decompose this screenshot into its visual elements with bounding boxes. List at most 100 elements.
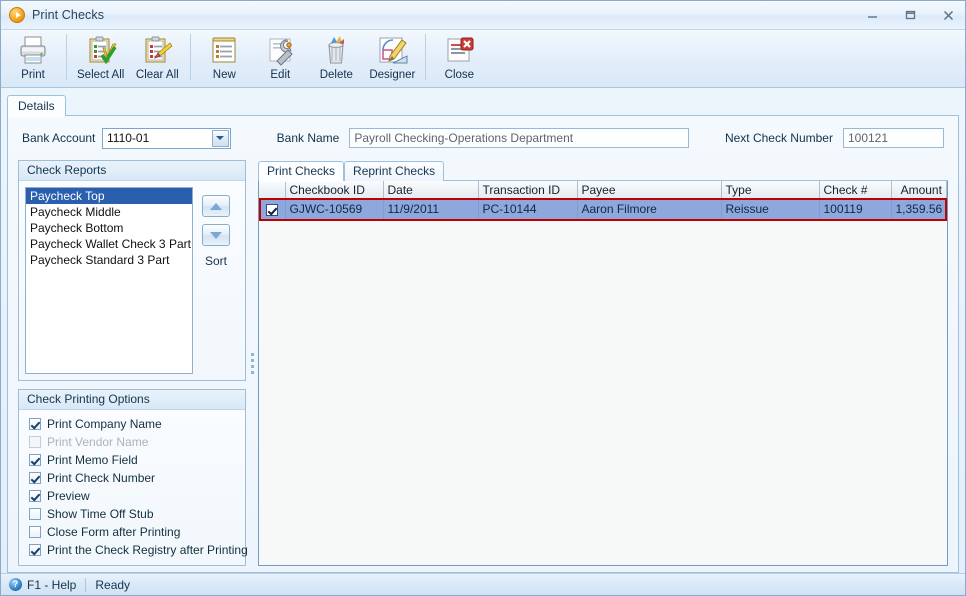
- question-mark-icon: ?: [9, 578, 22, 591]
- column-header-payee[interactable]: Payee: [577, 181, 722, 200]
- list-item[interactable]: Paycheck Wallet Check 3 Part: [26, 236, 192, 252]
- option-print-check-registry-after-printing[interactable]: Print the Check Registry after Printing: [29, 541, 248, 559]
- title-bar: Print Checks: [1, 1, 965, 30]
- delete-button-label: Delete: [319, 69, 353, 81]
- column-header-type[interactable]: Type: [721, 181, 820, 200]
- vertical-splitter[interactable]: [246, 160, 258, 566]
- toolbar-group-print: Print: [5, 32, 61, 88]
- table-row[interactable]: GJWC-10569 11/9/2011 PC-10144 Aaron Film…: [259, 199, 947, 219]
- option-show-time-off-stub[interactable]: Show Time Off Stub: [29, 505, 245, 523]
- toolbar-group-close: Close: [431, 32, 487, 88]
- tab-details[interactable]: Details: [7, 95, 66, 117]
- checkbox-icon[interactable]: [265, 204, 278, 217]
- toolbar-separator-3: [425, 34, 427, 80]
- checkbox-icon[interactable]: [29, 526, 41, 538]
- clipboard-eraser-icon: [141, 34, 173, 66]
- clear-all-button-label: Clear All: [135, 69, 179, 81]
- checkbox-icon[interactable]: [29, 454, 41, 466]
- column-header-amount[interactable]: Amount: [891, 181, 947, 200]
- next-check-number-label: Next Check Number: [724, 131, 833, 145]
- select-all-button-label: Select All: [77, 69, 125, 81]
- edit-button[interactable]: Edit: [252, 32, 308, 81]
- move-up-button[interactable]: [202, 195, 230, 217]
- column-header-checkbook-id[interactable]: Checkbook ID: [285, 181, 384, 200]
- check-printing-options-group: Check Printing Options Print Company Nam…: [18, 389, 248, 566]
- row-select-checkbox-cell[interactable]: [259, 199, 286, 219]
- bank-account-label: Bank Account: [22, 131, 96, 145]
- option-preview[interactable]: Preview: [29, 487, 245, 505]
- delete-button[interactable]: Delete: [308, 32, 364, 81]
- cell-date: 11/9/2011: [383, 199, 479, 219]
- next-check-number-field[interactable]: 100121: [842, 128, 944, 148]
- close-icon[interactable]: [937, 6, 959, 26]
- details-tab-page: Bank Account 1110-01 Bank Name Payroll C…: [7, 116, 959, 573]
- tab-print-checks[interactable]: Print Checks: [258, 161, 345, 182]
- tab-details-label: Details: [18, 99, 55, 113]
- status-divider: [85, 577, 87, 592]
- checkbox-icon[interactable]: [29, 472, 41, 484]
- column-header-transaction-id[interactable]: Transaction ID: [478, 181, 578, 200]
- toolbar-separator-2: [190, 34, 192, 80]
- checkbox-icon[interactable]: [29, 490, 41, 502]
- option-print-vendor-name: Print Vendor Name: [29, 433, 245, 451]
- column-header-check-number[interactable]: Check #: [819, 181, 892, 200]
- maximize-icon[interactable]: [899, 6, 921, 26]
- edit-button-label: Edit: [270, 69, 291, 81]
- main-tabstrip: Details: [7, 94, 959, 117]
- option-print-company-name[interactable]: Print Company Name: [29, 415, 245, 433]
- left-pane: Check Reports Paycheck Top Paycheck Midd…: [18, 160, 248, 566]
- checkbox-icon[interactable]: [29, 418, 41, 430]
- option-label: Close Form after Printing: [47, 525, 181, 539]
- move-down-button[interactable]: [202, 224, 230, 246]
- cell-type: Reissue: [721, 199, 820, 219]
- clipboard-check-icon: [85, 34, 117, 66]
- print-button[interactable]: Print: [5, 32, 61, 81]
- app-play-circle-icon: [9, 7, 25, 23]
- new-button[interactable]: New: [196, 32, 252, 81]
- main-toolbar: Print Select All Clear All New Edit Dele…: [1, 30, 965, 88]
- list-item[interactable]: Paycheck Standard 3 Part: [26, 252, 192, 268]
- sort-controls: Sort: [193, 187, 239, 374]
- option-close-form-after-printing[interactable]: Close Form after Printing: [29, 523, 245, 541]
- close-button-label: Close: [444, 69, 475, 81]
- select-all-button[interactable]: Select All: [72, 32, 129, 81]
- designer-button-label: Designer: [369, 69, 416, 81]
- clear-all-button[interactable]: Clear All: [129, 32, 185, 81]
- help-button[interactable]: ? F1 - Help: [9, 578, 85, 592]
- checkbox-icon[interactable]: [29, 544, 41, 556]
- toolbar-group-selection: Select All Clear All: [72, 32, 185, 88]
- option-print-memo-field[interactable]: Print Memo Field: [29, 451, 245, 469]
- splitter-grip-icon: [250, 352, 254, 374]
- grid-empty-space: [259, 219, 947, 565]
- check-printing-options-list: Print Company Name Print Vendor Name Pri…: [19, 410, 248, 565]
- cell-transaction-id: PC-10144: [478, 199, 578, 219]
- list-item[interactable]: Paycheck Bottom: [26, 220, 192, 236]
- bank-account-combobox[interactable]: 1110-01: [102, 127, 231, 149]
- option-label: Print Memo Field: [47, 453, 138, 467]
- tab-print-checks-label: Print Checks: [267, 164, 336, 178]
- list-item-label: Paycheck Top: [30, 189, 105, 203]
- cell-checkbook-id: GJWC-10569: [285, 199, 384, 219]
- option-label: Print Company Name: [47, 417, 162, 431]
- window-title: Print Checks: [32, 8, 105, 22]
- designer-button[interactable]: Designer: [364, 32, 420, 81]
- checkbox-icon[interactable]: [29, 508, 41, 520]
- bank-name-field[interactable]: Payroll Checking-Operations Department: [349, 128, 689, 148]
- option-label: Print Check Number: [47, 471, 156, 485]
- table-header-row: Checkbook ID Date Transaction ID Payee T…: [259, 181, 947, 200]
- list-item-label: Paycheck Middle: [30, 205, 121, 219]
- close-button[interactable]: Close: [431, 32, 487, 81]
- column-header-date[interactable]: Date: [383, 181, 479, 200]
- column-header-select[interactable]: [259, 181, 286, 200]
- bank-account-value: 1110-01: [107, 131, 150, 145]
- check-reports-listbox[interactable]: Paycheck Top Paycheck Middle Paycheck Bo…: [25, 187, 193, 374]
- list-item[interactable]: Paycheck Middle: [26, 204, 192, 220]
- minimize-icon[interactable]: [861, 6, 883, 26]
- list-item[interactable]: Paycheck Top: [26, 188, 192, 204]
- option-print-check-number[interactable]: Print Check Number: [29, 469, 245, 487]
- wrench-icon: [264, 34, 296, 66]
- list-item-label: Paycheck Bottom: [30, 221, 124, 235]
- tab-reprint-checks[interactable]: Reprint Checks: [344, 161, 445, 181]
- chevron-down-icon[interactable]: [211, 129, 229, 147]
- check-reports-caption: Check Reports: [19, 161, 245, 181]
